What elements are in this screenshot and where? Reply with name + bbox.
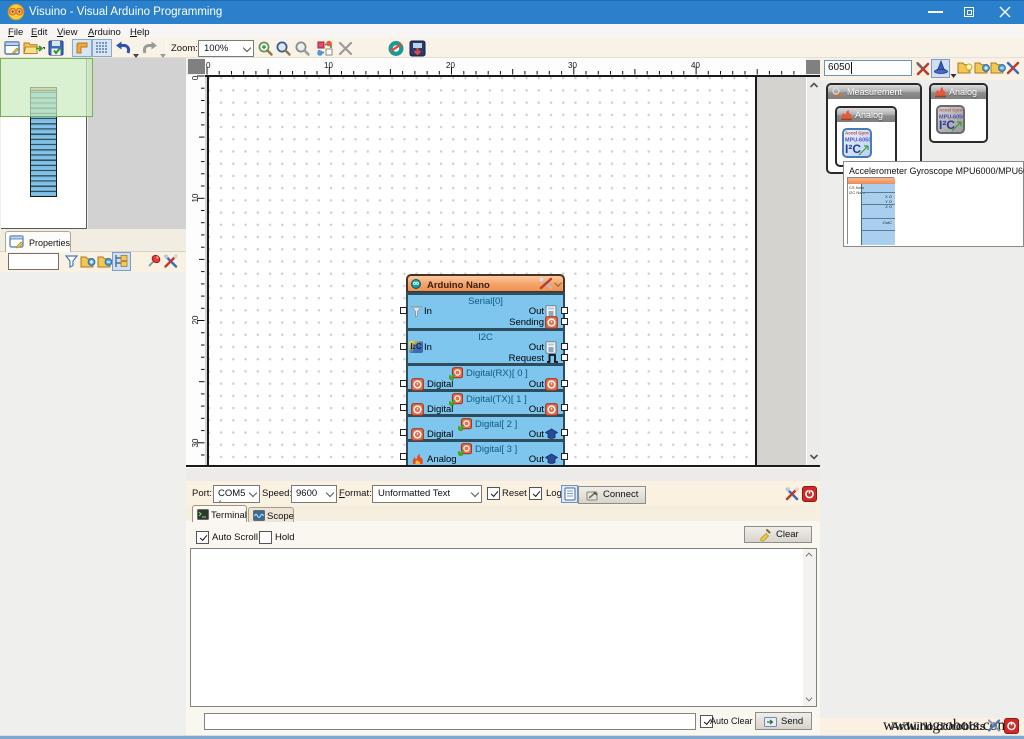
svg-text:20: 20 (191, 315, 200, 324)
svg-text:0: 0 (191, 75, 200, 80)
svg-text:0: 0 (206, 61, 211, 70)
svg-text:20: 20 (446, 61, 455, 70)
svg-text:40: 40 (691, 61, 700, 70)
svg-text:10: 10 (324, 61, 333, 70)
svg-text:30: 30 (568, 61, 577, 70)
svg-text:10: 10 (191, 193, 200, 202)
svg-text:30: 30 (191, 438, 200, 447)
